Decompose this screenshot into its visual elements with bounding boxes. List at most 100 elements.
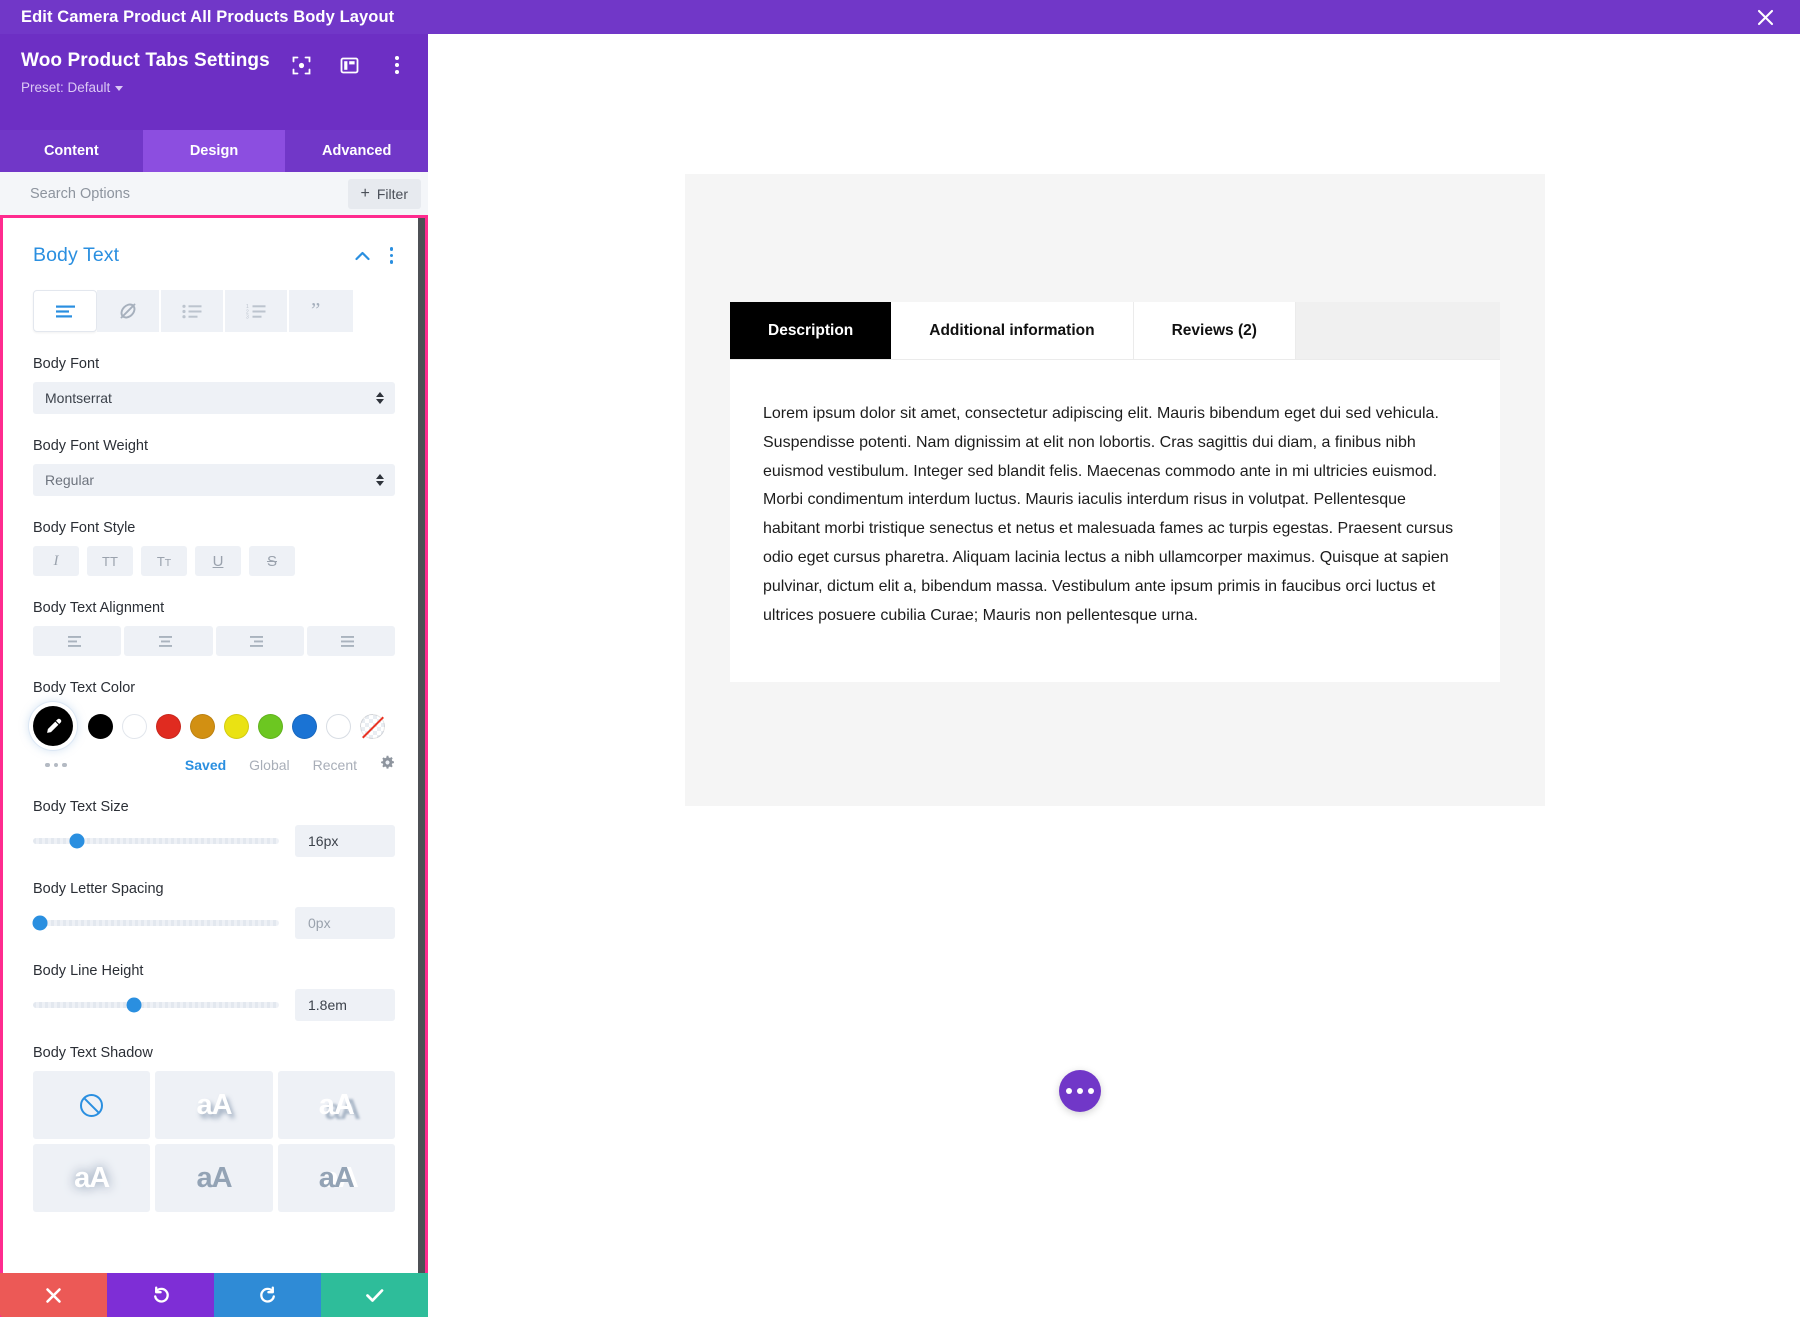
strikethrough-button[interactable]: S bbox=[249, 546, 295, 576]
body-font-label: Body Font bbox=[33, 356, 395, 372]
check-icon bbox=[365, 1287, 385, 1304]
save-button[interactable] bbox=[321, 1273, 428, 1317]
tab-content[interactable]: Content bbox=[0, 130, 143, 172]
product-tabs-section: Description Additional information Revie… bbox=[685, 174, 1545, 806]
link-icon[interactable] bbox=[97, 290, 161, 332]
uppercase-button[interactable]: TT bbox=[87, 546, 133, 576]
tab-advanced[interactable]: Advanced bbox=[285, 130, 428, 172]
color-swatch-orange[interactable] bbox=[190, 714, 215, 739]
color-swatch-transparent[interactable] bbox=[360, 714, 385, 739]
editor-title-bar: Edit Camera Product All Products Body La… bbox=[0, 0, 1800, 34]
shadow-preset-1-button[interactable]: aA bbox=[155, 1071, 272, 1139]
eyedropper-icon[interactable] bbox=[33, 706, 73, 746]
shadow-preview-glyph: aA bbox=[319, 1162, 354, 1195]
body-text-shadow-label: Body Text Shadow bbox=[33, 1045, 395, 1061]
panel-tab-bar: Content Design Advanced bbox=[0, 130, 428, 172]
close-icon[interactable] bbox=[1752, 4, 1778, 30]
shadow-preview-glyph: aA bbox=[319, 1089, 354, 1122]
page-preview: Description Additional information Revie… bbox=[428, 34, 1800, 1317]
color-tab-recent[interactable]: Recent bbox=[313, 757, 357, 773]
shadow-preset-3-button[interactable]: aA bbox=[33, 1144, 150, 1212]
preset-selector[interactable]: Preset: Default bbox=[21, 80, 123, 95]
undo-icon bbox=[151, 1285, 171, 1305]
align-justify-button[interactable] bbox=[307, 626, 395, 656]
blockquote-icon[interactable]: ” bbox=[289, 290, 353, 332]
body-letter-spacing-value[interactable]: 0px bbox=[295, 907, 395, 939]
body-line-height-slider[interactable] bbox=[33, 1002, 279, 1008]
body-font-weight-label: Body Font Weight bbox=[33, 438, 395, 454]
body-line-height-value[interactable]: 1.8em bbox=[295, 989, 395, 1021]
body-text-shadow-field: Body Text Shadow aA aA bbox=[3, 1045, 425, 1246]
page-title: Edit Camera Product All Products Body La… bbox=[21, 8, 394, 27]
shadow-preset-2-button[interactable]: aA bbox=[278, 1071, 395, 1139]
tabs-filler bbox=[1296, 302, 1500, 359]
body-text-size-value[interactable]: 16px bbox=[295, 825, 395, 857]
filter-button[interactable]: + Filter bbox=[348, 179, 421, 209]
body-text-alignment-label: Body Text Alignment bbox=[33, 600, 395, 616]
color-swatch-red[interactable] bbox=[156, 714, 181, 739]
underline-button[interactable]: U bbox=[195, 546, 241, 576]
section-options-kebab-icon[interactable] bbox=[388, 245, 396, 266]
undo-button[interactable] bbox=[107, 1273, 214, 1317]
product-tabs-nav: Description Additional information Revie… bbox=[730, 302, 1500, 359]
body-font-select[interactable]: Montserrat bbox=[33, 382, 395, 414]
ordered-list-icon[interactable]: 1 2 3 bbox=[225, 290, 289, 332]
product-tab-panel: Lorem ipsum dolor sit amet, consectetur … bbox=[730, 359, 1500, 682]
svg-text:3: 3 bbox=[246, 314, 249, 318]
body-font-style-field: Body Font Style I TT TT U S bbox=[3, 520, 425, 576]
shadow-preview-glyph: aA bbox=[196, 1089, 231, 1122]
product-tab-reviews[interactable]: Reviews (2) bbox=[1134, 302, 1296, 359]
body-font-value: Montserrat bbox=[45, 390, 112, 406]
more-dots-icon[interactable] bbox=[45, 763, 67, 768]
body-text-section-header: Body Text bbox=[3, 218, 425, 267]
page-settings-fab[interactable] bbox=[1059, 1070, 1101, 1112]
shadow-preset-4-button[interactable]: aA bbox=[155, 1144, 272, 1212]
cancel-button[interactable] bbox=[0, 1273, 107, 1317]
italic-button[interactable]: I bbox=[33, 546, 79, 576]
color-swatch-white[interactable] bbox=[122, 714, 147, 739]
settings-panel-header: Woo Product Tabs Settings bbox=[0, 34, 428, 130]
options-scrollbar[interactable] bbox=[418, 218, 425, 1288]
body-text-color-field: Body Text Color bbox=[3, 680, 425, 775]
paragraph-icon[interactable] bbox=[33, 290, 97, 332]
settings-action-bar bbox=[0, 1273, 428, 1317]
module-settings-title: Woo Product Tabs Settings bbox=[21, 50, 270, 72]
chevron-up-icon[interactable] bbox=[355, 251, 370, 261]
small-caps-button[interactable]: TT bbox=[141, 546, 187, 576]
layout-panel-icon[interactable] bbox=[338, 54, 360, 76]
body-letter-spacing-slider[interactable] bbox=[33, 920, 279, 926]
align-center-button[interactable] bbox=[124, 626, 212, 656]
body-letter-spacing-label: Body Letter Spacing bbox=[33, 881, 395, 897]
shadow-preset-5-button[interactable]: aA bbox=[278, 1144, 395, 1212]
slider-knob[interactable] bbox=[33, 916, 48, 931]
kebab-menu-icon[interactable] bbox=[386, 54, 408, 76]
gear-icon[interactable] bbox=[380, 755, 395, 775]
body-font-field: Body Font Montserrat bbox=[3, 356, 425, 414]
search-input[interactable] bbox=[30, 186, 348, 202]
tab-design[interactable]: Design bbox=[143, 130, 286, 172]
slider-knob[interactable] bbox=[70, 834, 85, 849]
color-swatch-yellow[interactable] bbox=[224, 714, 249, 739]
color-tab-saved[interactable]: Saved bbox=[185, 757, 226, 773]
unordered-list-icon[interactable] bbox=[161, 290, 225, 332]
body-line-height-field: Body Line Height 1.8em bbox=[3, 963, 425, 1021]
focus-target-icon[interactable] bbox=[290, 54, 312, 76]
align-right-button[interactable] bbox=[216, 626, 304, 656]
color-swatch-blue[interactable] bbox=[292, 714, 317, 739]
product-tab-additional-information[interactable]: Additional information bbox=[891, 302, 1133, 359]
slider-knob[interactable] bbox=[126, 998, 141, 1013]
color-tab-global[interactable]: Global bbox=[249, 757, 289, 773]
body-font-weight-select[interactable]: Regular bbox=[33, 464, 395, 496]
body-text-size-slider[interactable] bbox=[33, 838, 279, 844]
shadow-none-button[interactable] bbox=[33, 1071, 150, 1139]
filter-button-label: Filter bbox=[377, 186, 408, 202]
align-left-button[interactable] bbox=[33, 626, 121, 656]
product-tab-description[interactable]: Description bbox=[730, 302, 891, 359]
redo-button[interactable] bbox=[214, 1273, 321, 1317]
color-swatch-green[interactable] bbox=[258, 714, 283, 739]
color-swatch-black[interactable] bbox=[88, 714, 113, 739]
svg-text:”: ” bbox=[311, 302, 320, 320]
stepper-arrows-icon bbox=[376, 474, 384, 486]
product-description-text: Lorem ipsum dolor sit amet, consectetur … bbox=[763, 400, 1467, 630]
color-swatch-white-outline[interactable] bbox=[326, 714, 351, 739]
